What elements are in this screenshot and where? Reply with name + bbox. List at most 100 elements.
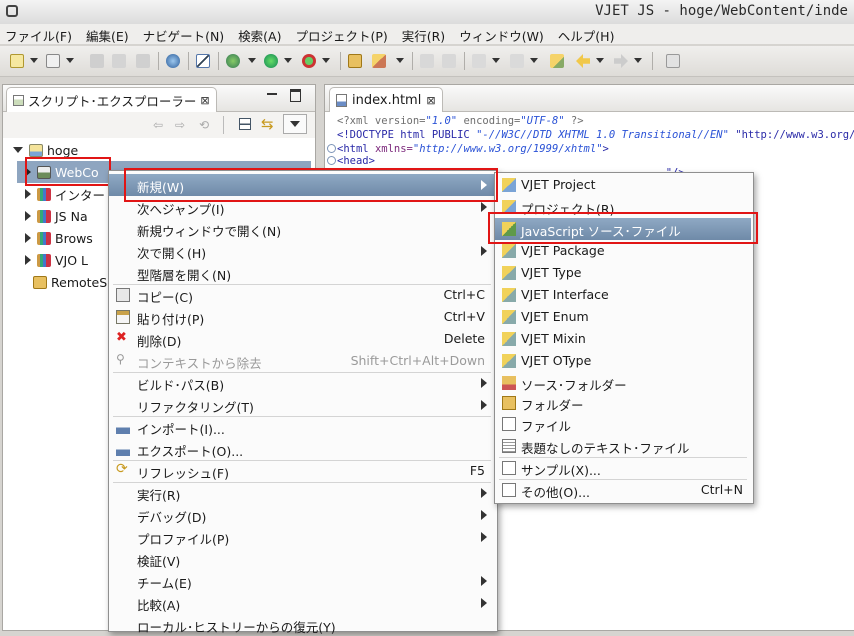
close-icon[interactable]: ⊠	[426, 94, 435, 107]
context-menu-item[interactable]: チーム(E)	[109, 570, 495, 592]
menu-item-shortcut: Ctrl+C	[443, 287, 485, 302]
new-submenu-item[interactable]: フォルダー	[495, 392, 751, 414]
fold-icon[interactable]	[327, 156, 336, 165]
toggle-mark-icon[interactable]	[418, 52, 436, 70]
chevron-down-icon[interactable]	[634, 58, 642, 63]
context-menu-item[interactable]: ビルド･パス(B)	[109, 372, 495, 394]
previous-annotation-icon[interactable]	[508, 52, 526, 70]
context-menu-item[interactable]: リファクタリング(T)	[109, 394, 495, 416]
context-menu-item[interactable]: 実行(R)	[109, 482, 495, 504]
context-menu-item[interactable]: 検証(V)	[109, 548, 495, 570]
back-icon[interactable]: ⇦	[153, 118, 163, 132]
context-menu-item[interactable]: インポート(I)...	[109, 416, 495, 438]
chevron-down-icon[interactable]	[13, 147, 23, 153]
external-tools-icon[interactable]	[300, 52, 318, 70]
tree-item-remote[interactable]: RemoteS	[33, 271, 107, 293]
tree-item-library-3[interactable]: Brows	[25, 227, 93, 249]
chevron-right-icon[interactable]	[25, 211, 31, 221]
save-all-icon[interactable]	[110, 52, 128, 70]
code-token: >	[602, 143, 609, 155]
new-wizard-icon[interactable]	[8, 52, 26, 70]
chevron-right-icon[interactable]	[25, 255, 31, 265]
chevron-right-icon[interactable]	[25, 233, 31, 243]
forward-arrow-icon[interactable]	[612, 52, 630, 70]
up-icon[interactable]: ⟲	[199, 118, 209, 132]
tab-script-explorer[interactable]: スクリプト･エクスプローラー ⊠	[6, 87, 217, 112]
chevron-down-icon[interactable]	[30, 58, 38, 63]
new-package-icon[interactable]	[44, 52, 62, 70]
context-menu-item[interactable]: 次で開く(H)	[109, 240, 495, 262]
maximize-icon[interactable]	[290, 89, 301, 102]
context-menu-item[interactable]: 比較(A)	[109, 592, 495, 614]
new-submenu-item[interactable]: VJET Enum	[495, 306, 751, 328]
tree-item-library-4[interactable]: VJO L	[25, 249, 88, 271]
code-token: <?xml version=	[337, 115, 426, 127]
context-menu-item[interactable]: プロファイル(P)	[109, 526, 495, 548]
menu-navigate[interactable]: ナビゲート(N)	[138, 24, 230, 44]
menu-run[interactable]: 実行(R)	[397, 24, 450, 44]
chevron-down-icon[interactable]	[284, 58, 292, 63]
back-arrow-icon[interactable]	[574, 52, 592, 70]
context-menu-item[interactable]: ローカル･ヒストリーからの復元(Y)	[109, 614, 495, 636]
new-submenu-item[interactable]: 表題なしのテキスト･ファイル	[495, 435, 751, 457]
open-perspective-icon[interactable]	[664, 52, 682, 70]
print-icon[interactable]	[134, 52, 152, 70]
show-whitespace-icon[interactable]	[440, 52, 458, 70]
new-submenu-item[interactable]: VJET OType	[495, 350, 751, 372]
context-menu-item[interactable]: ✖ 削除(D) Delete	[109, 328, 495, 350]
menu-project[interactable]: プロジェクト(P)	[290, 24, 392, 44]
vjet-mixin-icon	[502, 332, 516, 346]
new-submenu-item[interactable]: VJET Interface	[495, 284, 751, 306]
minimize-icon[interactable]	[267, 93, 277, 95]
fold-icon[interactable]	[327, 144, 336, 153]
html-file-icon	[336, 93, 347, 107]
new-submenu-item[interactable]: ソース･フォルダー	[495, 372, 751, 394]
new-submenu-item[interactable]: ファイル	[495, 413, 751, 435]
new-submenu-item[interactable]: サンプル(X)...	[495, 457, 751, 479]
context-menu-item[interactable]: エクスポート(O)...	[109, 438, 495, 460]
skip-breakpoints-icon[interactable]	[194, 52, 212, 70]
context-menu-item[interactable]: コピー(C) Ctrl+C	[109, 284, 495, 306]
context-menu-item[interactable]: 貼り付け(P) Ctrl+V	[109, 306, 495, 328]
chevron-right-icon	[481, 202, 487, 212]
menu-search[interactable]: 検索(A)	[233, 24, 286, 44]
link-with-editor-icon[interactable]: ⇆	[261, 115, 274, 133]
globe-icon[interactable]	[164, 52, 182, 70]
menu-file[interactable]: ファイル(F)	[0, 24, 77, 44]
menu-item-label: VJET Interface	[521, 287, 609, 302]
context-menu-item[interactable]: 新規ウィンドウで開く(N)	[109, 218, 495, 240]
pencil-icon[interactable]	[370, 52, 388, 70]
chevron-down-icon[interactable]	[492, 58, 500, 63]
collapse-all-icon[interactable]	[239, 118, 251, 130]
context-menu-item[interactable]: ⚲ コンテキストから除去 Shift+Ctrl+Alt+Down	[109, 350, 495, 372]
menu-edit[interactable]: 編集(E)	[81, 24, 134, 44]
new-submenu-item[interactable]: その他(O)... Ctrl+N	[495, 479, 751, 501]
tab-index-html[interactable]: index.html ⊠	[329, 87, 443, 112]
context-menu-item[interactable]: 型階層を開く(N)	[109, 262, 495, 284]
new-submenu-item[interactable]: VJET Project	[495, 174, 751, 196]
menu-window[interactable]: ウィンドウ(W)	[454, 24, 549, 44]
run-icon[interactable]	[262, 52, 280, 70]
forward-icon[interactable]: ⇨	[175, 118, 185, 132]
debug-icon[interactable]	[224, 52, 242, 70]
context-menu-item[interactable]: デバッグ(D)	[109, 504, 495, 526]
chevron-down-icon[interactable]	[530, 58, 538, 63]
save-icon[interactable]	[88, 52, 106, 70]
last-edit-location-icon[interactable]	[548, 52, 566, 70]
tree-item-library-2[interactable]: JS Na	[25, 205, 88, 227]
open-folder-icon[interactable]	[346, 52, 364, 70]
chevron-right-icon[interactable]	[25, 189, 31, 199]
tree-item-library-1[interactable]: インター	[25, 183, 105, 205]
context-menu-item[interactable]: ⟳ リフレッシュ(F) F5	[109, 460, 495, 482]
menu-bar: ファイル(F) 編集(E) ナビゲート(N) 検索(A) プロジェクト(P) 実…	[0, 24, 854, 44]
chevron-down-icon[interactable]	[596, 58, 604, 63]
new-submenu-item[interactable]: VJET Type	[495, 262, 751, 284]
chevron-down-icon[interactable]	[248, 58, 256, 63]
chevron-down-icon[interactable]	[66, 58, 74, 63]
new-submenu-item[interactable]: VJET Mixin	[495, 328, 751, 350]
menu-help[interactable]: ヘルプ(H)	[553, 24, 620, 44]
chevron-down-icon[interactable]	[322, 58, 330, 63]
chevron-down-icon[interactable]	[396, 58, 404, 63]
next-annotation-icon[interactable]	[470, 52, 488, 70]
close-icon[interactable]: ⊠	[200, 94, 209, 107]
